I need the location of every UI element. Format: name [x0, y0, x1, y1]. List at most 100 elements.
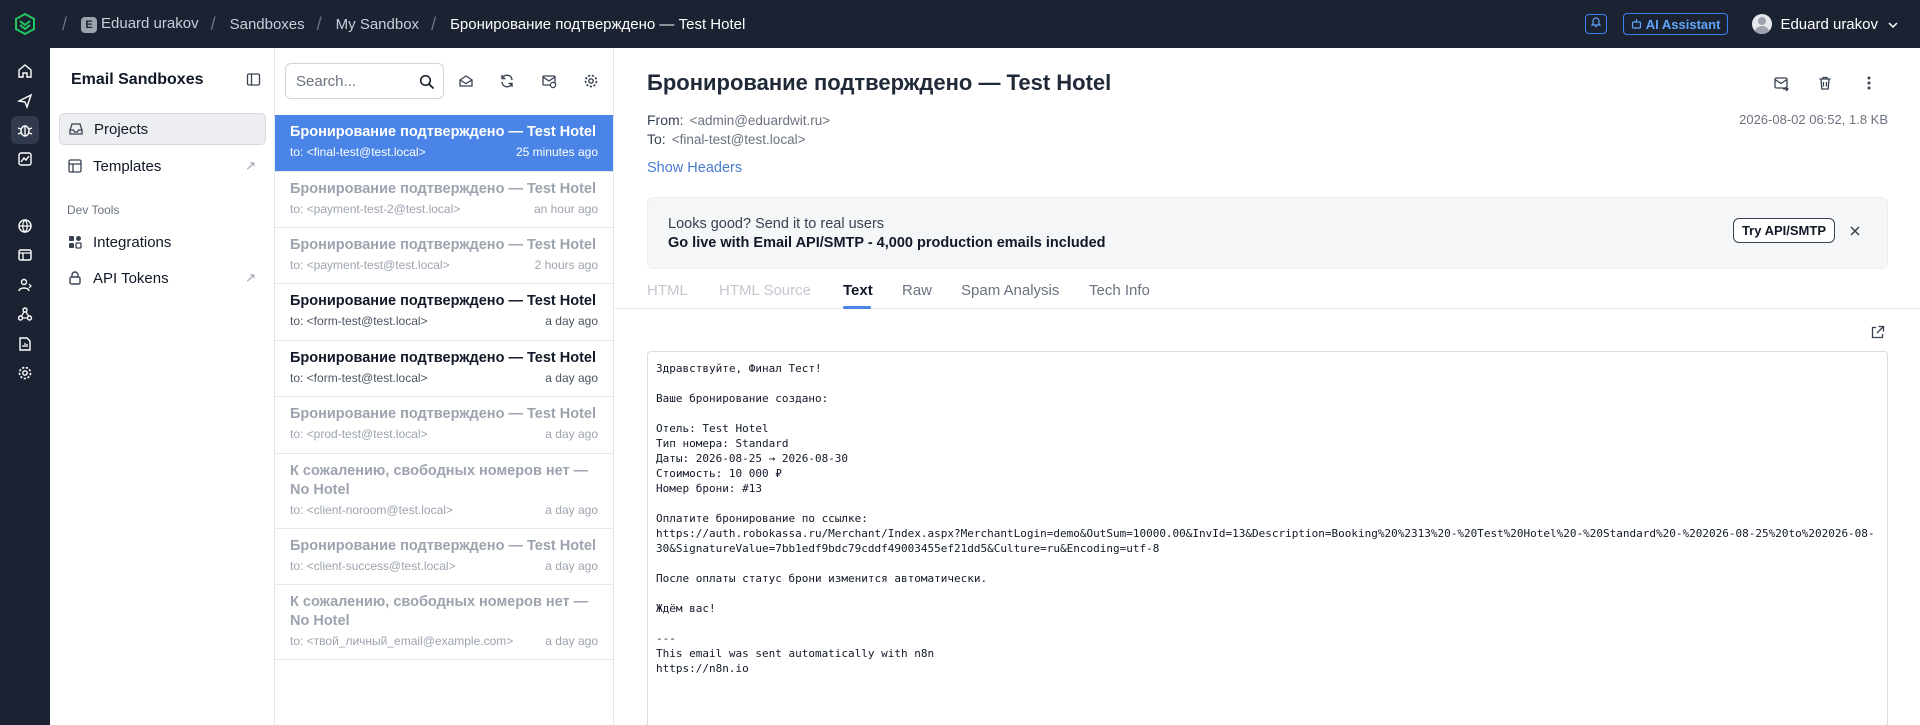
- try-api-button[interactable]: Try API/SMTP: [1732, 218, 1835, 243]
- forward-icon[interactable]: [1770, 72, 1792, 94]
- mark-read-icon[interactable]: [455, 70, 477, 92]
- settings-icon[interactable]: [11, 359, 39, 387]
- tab-html-source[interactable]: HTML Source: [719, 282, 811, 299]
- breadcrumb-separator: /: [316, 13, 322, 34]
- email-recipient: to: <form-test@test.local>: [290, 371, 428, 385]
- message-body-text: Здравствуйте, Финал Тест! Ваше бронирова…: [656, 362, 1875, 675]
- sidebar-item-integrations[interactable]: Integrations: [59, 226, 266, 258]
- icon-rail: [0, 48, 50, 725]
- template-icon: [67, 158, 83, 174]
- clear-inbox-icon[interactable]: [538, 70, 560, 92]
- list-item[interactable]: К сожалению, свободных номеров нет — No …: [275, 454, 613, 529]
- top-bar: / E Eduard urakov / Sandboxes / My Sandbo…: [0, 0, 1920, 48]
- email-subject: Бронирование подтверждено — Test Hotel: [290, 538, 596, 554]
- users-icon[interactable]: [11, 271, 39, 299]
- notifications-button[interactable]: [1584, 14, 1607, 34]
- message-actions: [1770, 72, 1880, 94]
- ai-assistant-button[interactable]: AI Assistant: [1622, 13, 1729, 35]
- email-time: a day ago: [545, 427, 598, 441]
- trash-icon[interactable]: [1814, 72, 1836, 94]
- sidebar-item-api-tokens[interactable]: API Tokens ↗: [59, 262, 266, 294]
- sidebar-title: Email Sandboxes: [71, 71, 204, 88]
- promo-line1: Looks good? Send it to real users: [668, 216, 885, 232]
- list-item[interactable]: Бронирование подтверждено — Test Hotel t…: [275, 284, 613, 341]
- tab-tech-info[interactable]: Tech Info: [1089, 282, 1150, 299]
- breadcrumb-sandboxes[interactable]: Sandboxes: [230, 16, 305, 33]
- breadcrumb-sandbox[interactable]: My Sandbox: [336, 16, 419, 33]
- email-subject: Бронирование подтверждено — Test Hotel: [290, 293, 596, 309]
- tab-text[interactable]: Text: [843, 282, 873, 299]
- email-recipient: to: <payment-test@test.local>: [290, 258, 450, 272]
- show-headers-link[interactable]: Show Headers: [647, 160, 742, 176]
- list-item[interactable]: Бронирование подтверждено — Test Hotel t…: [275, 341, 613, 397]
- breadcrumb-workspace[interactable]: E Eduard urakov: [81, 15, 199, 33]
- search-input[interactable]: [296, 72, 406, 90]
- bug-icon[interactable]: [11, 116, 39, 144]
- list-item[interactable]: Бронирование подтверждено — Test Hotel t…: [275, 228, 613, 284]
- mailtrap-logo-icon[interactable]: [0, 0, 50, 48]
- refresh-icon[interactable]: [496, 70, 518, 92]
- external-link-icon: ↗: [245, 158, 256, 173]
- email-subject: Бронирование подтверждено — Test Hotel: [290, 237, 596, 253]
- sidebar-item-label: Integrations: [93, 233, 172, 251]
- sidebar-item-label: Projects: [94, 120, 149, 138]
- send-icon[interactable]: [11, 87, 39, 115]
- from-row: From: <admin@eduardwit.ru>: [647, 112, 830, 128]
- breadcrumb-separator: /: [62, 13, 68, 34]
- email-recipient: to: <payment-test-2@test.local>: [290, 202, 461, 216]
- bell-icon: [1590, 15, 1602, 33]
- email-subject: К сожалению, свободных номеров нет — No …: [290, 594, 589, 629]
- sidebar-item-templates[interactable]: Templates ↗: [59, 150, 266, 182]
- tab-raw[interactable]: Raw: [902, 282, 932, 299]
- globe-icon[interactable]: [11, 212, 39, 240]
- avatar: [1752, 14, 1773, 34]
- user-menu[interactable]: Eduard urakov: [1752, 14, 1898, 34]
- to-value: <final-test@test.local>: [671, 132, 806, 147]
- from-value: <admin@eduardwit.ru>: [689, 113, 831, 128]
- layout-icon[interactable]: [11, 241, 39, 269]
- list-item[interactable]: Бронирование подтверждено — Test Hotel t…: [275, 172, 613, 228]
- sidebar-item-label: Templates: [93, 157, 162, 175]
- lock-icon: [67, 270, 83, 286]
- user-name: Eduard urakov: [1780, 15, 1878, 33]
- gear-icon[interactable]: [580, 70, 602, 92]
- ai-assistant-label: AI Assistant: [1645, 16, 1721, 32]
- breadcrumb-current: Бронирование подтверждено — Test Hotel: [450, 15, 746, 33]
- list-item[interactable]: Бронирование подтверждено — Test Hotel t…: [275, 115, 613, 172]
- workspace-badge: E: [81, 17, 98, 33]
- tab-html[interactable]: HTML: [647, 282, 688, 299]
- open-new-window-icon[interactable]: [1870, 325, 1885, 345]
- more-icon[interactable]: [1858, 72, 1880, 94]
- inbox-icon: [68, 121, 84, 137]
- from-label: From:: [647, 112, 684, 128]
- close-icon[interactable]: [1849, 224, 1861, 242]
- integrations-icon: [67, 234, 83, 250]
- sidebar-item-label: API Tokens: [93, 269, 169, 287]
- search-icon[interactable]: [419, 74, 435, 95]
- tab-spam-analysis[interactable]: Spam Analysis: [961, 282, 1059, 299]
- email-time: a day ago: [545, 503, 598, 517]
- list-item[interactable]: Бронирование подтверждено — Test Hotel t…: [275, 529, 613, 585]
- message-subject: Бронирование подтверждено — Test Hotel: [647, 70, 1112, 95]
- to-label: To:: [647, 131, 666, 147]
- home-icon[interactable]: [11, 57, 39, 85]
- email-recipient: to: <твой_личный_email@example.com>: [290, 634, 514, 648]
- email-subject: Бронирование подтверждено — Test Hotel: [290, 406, 596, 422]
- message-body: Здравствуйте, Финал Тест! Ваше бронирова…: [647, 351, 1888, 725]
- chart-icon[interactable]: [11, 145, 39, 173]
- search-box[interactable]: [285, 63, 444, 99]
- email-time: an hour ago: [533, 202, 598, 216]
- report-icon[interactable]: [11, 330, 39, 358]
- message-pane: Бронирование подтверждено — Test Hotel F…: [614, 48, 1920, 725]
- email-subject: Бронирование подтверждено — Test Hotel: [290, 124, 596, 140]
- sandboxes-sidebar: Email Sandboxes Projects Templates ↗ Dev…: [50, 48, 275, 725]
- list-item[interactable]: Бронирование подтверждено — Test Hotel t…: [275, 397, 613, 454]
- webhook-icon[interactable]: [11, 300, 39, 328]
- promo-line2: Go live with Email API/SMTP - 4,000 prod…: [668, 235, 1106, 251]
- sidebar-item-projects[interactable]: Projects: [59, 113, 266, 145]
- email-recipient: to: <client-success@test.local>: [290, 559, 456, 573]
- list-item[interactable]: К сожалению, свободных номеров нет — No …: [275, 585, 613, 660]
- to-row: To: <final-test@test.local>: [647, 131, 805, 147]
- sidebar-collapse-icon[interactable]: [246, 72, 261, 92]
- email-subject: Бронирование подтверждено — Test Hotel: [290, 350, 596, 366]
